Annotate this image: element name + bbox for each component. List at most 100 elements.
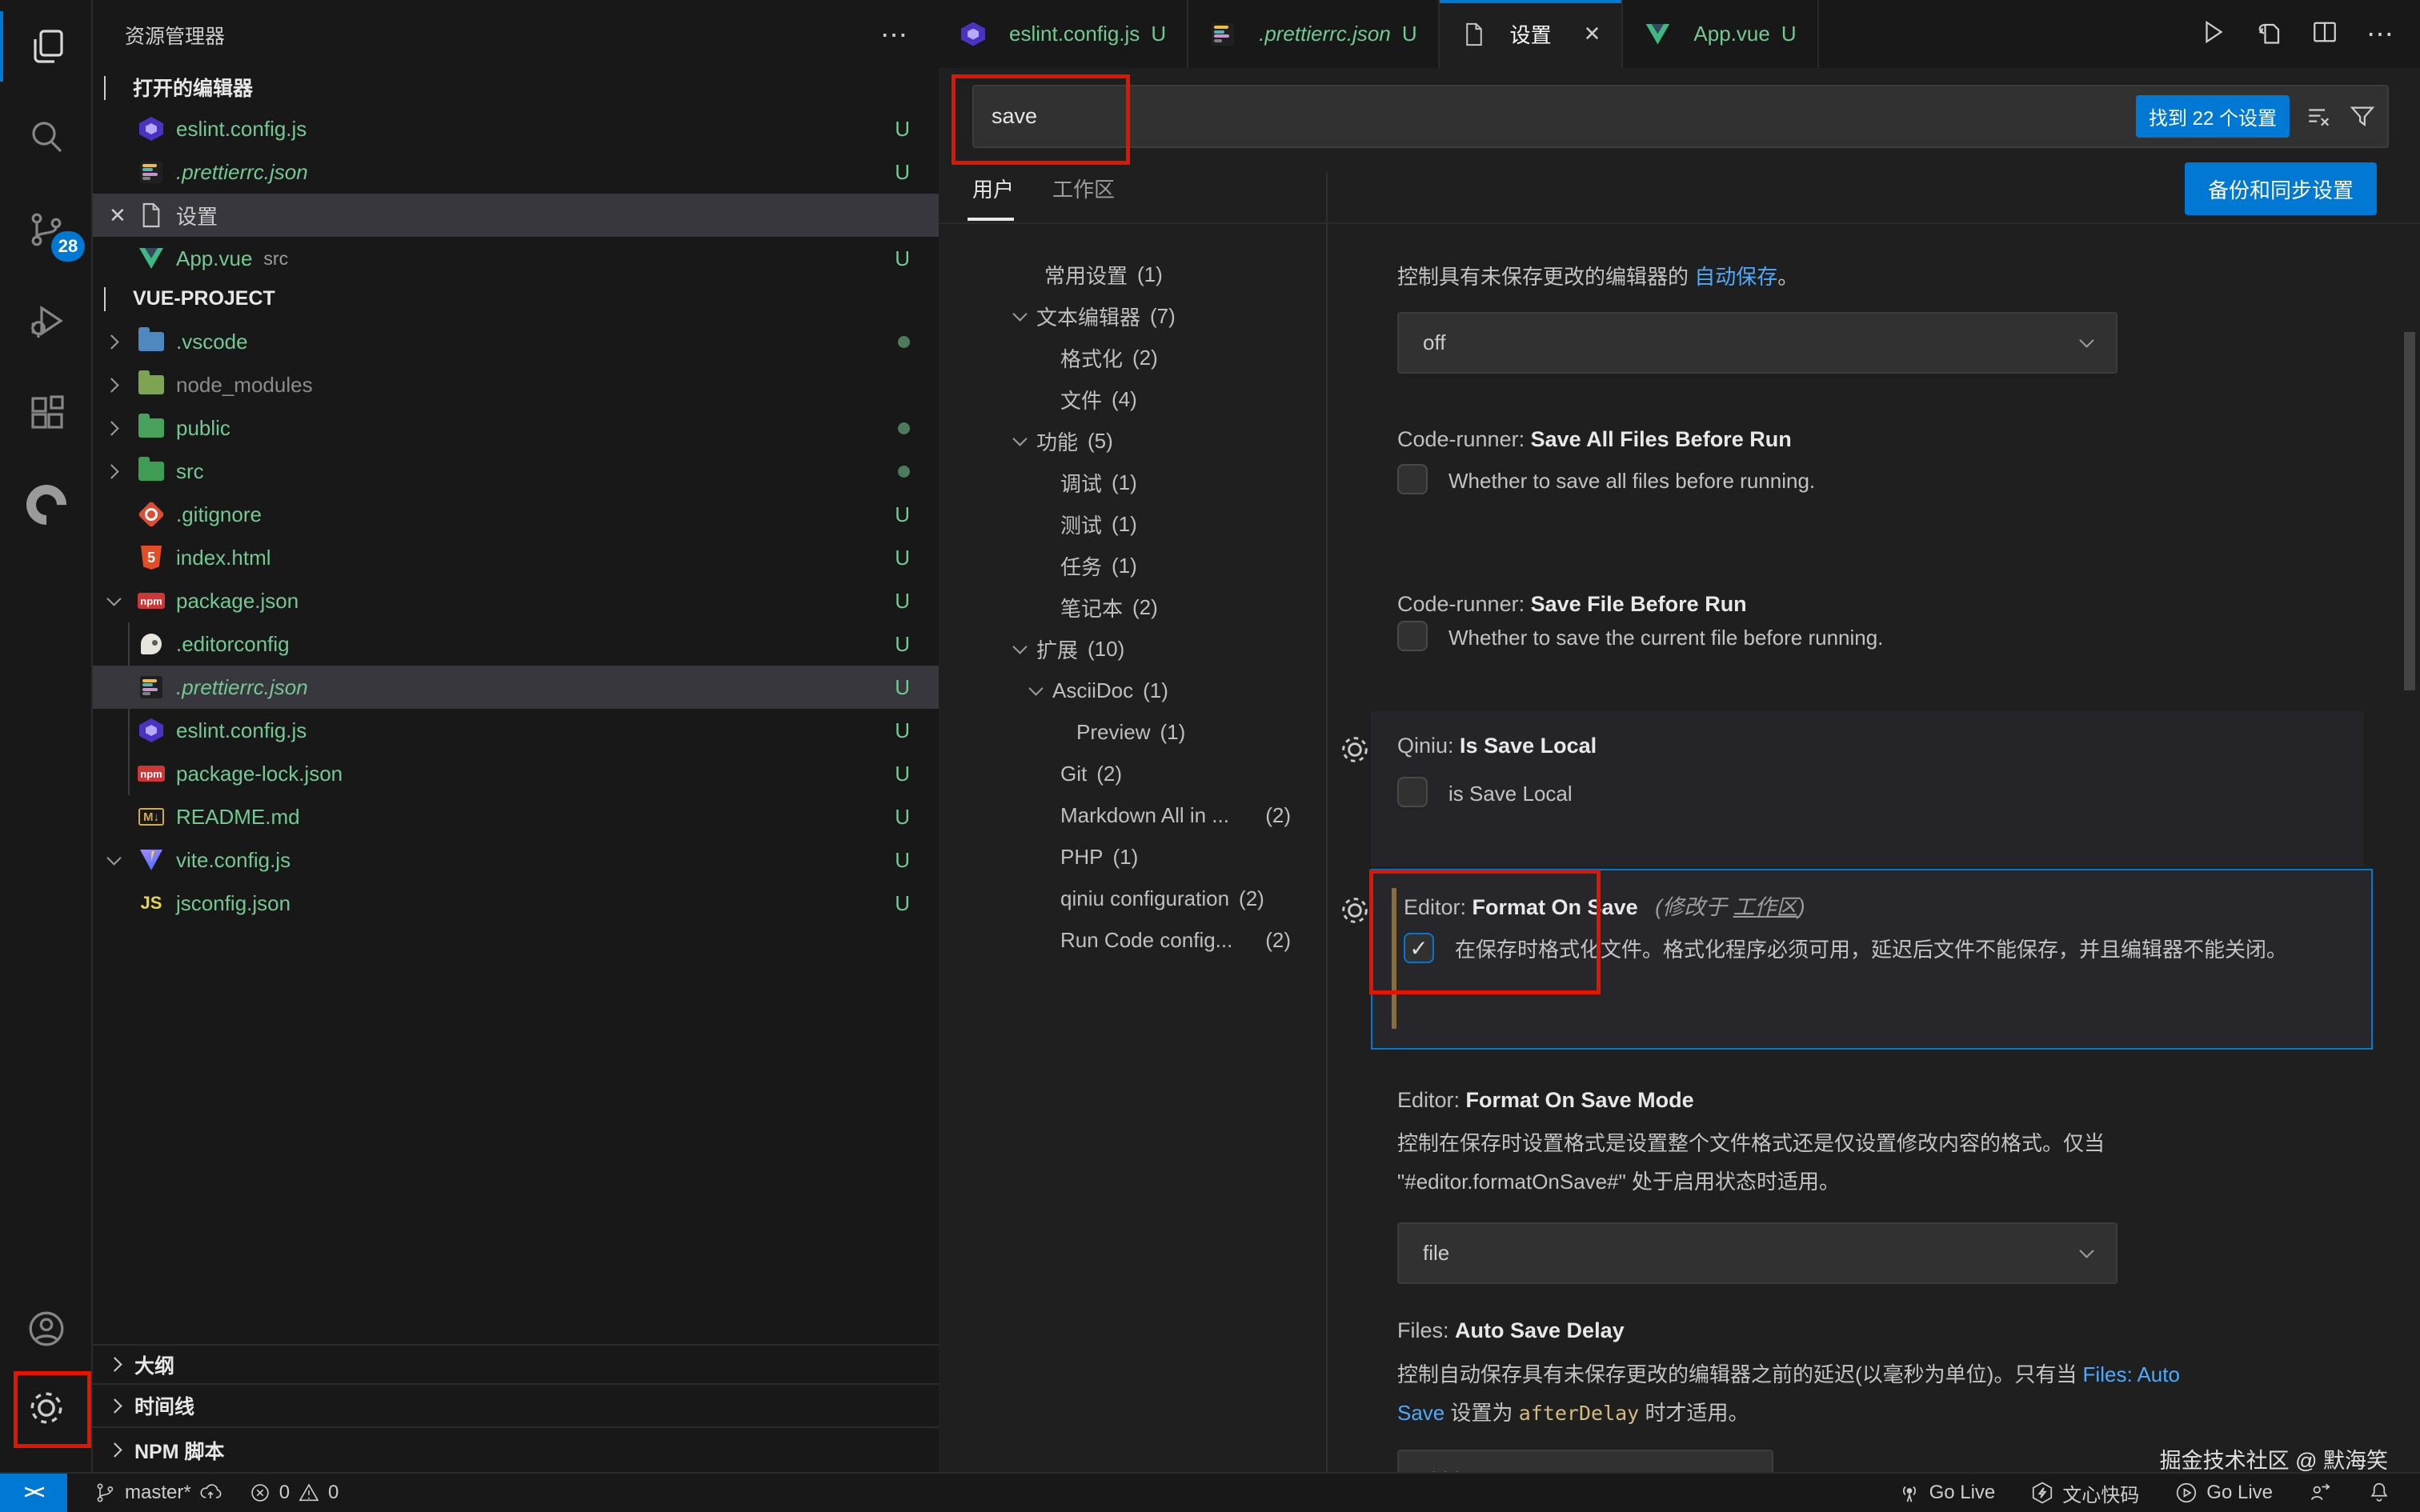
notifications-bell-icon[interactable] [2367, 1481, 2391, 1505]
tree-item-index-html[interactable]: 5 index.html U [93, 536, 939, 579]
annotation-rect-gear [14, 1371, 91, 1448]
tab-app-vue[interactable]: App.vue U [1623, 0, 1818, 68]
go-live-broadcast-item[interactable]: Go Live [1897, 1481, 1996, 1505]
wenxin-kuaima-item[interactable]: 文心快码 [2030, 1479, 2139, 1507]
clear-search-icon[interactable] [2306, 103, 2333, 130]
setting-gear-icon[interactable] [1337, 893, 1372, 928]
toc-item[interactable]: Git(2) [939, 753, 1326, 794]
setting-gear-icon[interactable] [1337, 732, 1372, 767]
tree-item-package-lock[interactable]: npm package-lock.json U [93, 752, 939, 795]
checkbox-unchecked[interactable] [1397, 464, 1428, 494]
source-control-icon[interactable]: 28 [0, 191, 93, 268]
toc-item[interactable]: 常用设置(1) [939, 254, 1326, 295]
files-autosave-link[interactable]: Save [1397, 1401, 1444, 1425]
toc-item[interactable]: 格式化(2) [939, 337, 1326, 378]
open-editor-item[interactable]: .prettierrc.json U [93, 150, 939, 194]
tree-item-vscode[interactable]: .vscode [93, 320, 939, 363]
scrollbar[interactable] [2404, 332, 2415, 690]
format-on-save-mode-dropdown[interactable]: file [1397, 1222, 2118, 1284]
open-editor-item[interactable]: eslint.config.js U [93, 107, 939, 150]
folder-vscode-icon [138, 328, 165, 355]
vue-icon [1644, 21, 1671, 48]
tree-item-gitignore[interactable]: .gitignore U [93, 493, 939, 536]
remote-indicator[interactable]: >< [0, 1474, 67, 1512]
problems-item[interactable]: 0 0 [249, 1482, 339, 1504]
git-icon [138, 501, 165, 528]
filter-icon[interactable] [2349, 103, 2376, 130]
tab-scope-workspace[interactable]: 工作区 [1052, 174, 1115, 221]
open-editors-header[interactable]: 打开的编辑器 [93, 66, 939, 108]
tab-settings[interactable]: 设置 ✕ [1440, 0, 1624, 68]
toc-item[interactable]: Preview(1) [939, 711, 1326, 753]
tree-item-readme[interactable]: M↓ README.md U [93, 795, 939, 838]
tree-item-src[interactable]: src [93, 450, 939, 493]
toc-item[interactable]: qiniu configuration(2) [939, 878, 1326, 919]
toc-item[interactable]: AsciiDoc(1) [939, 670, 1326, 711]
run-debug-icon[interactable] [0, 282, 93, 359]
sync-cloud-icon[interactable] [199, 1482, 222, 1504]
toc-item[interactable]: PHP(1) [939, 836, 1326, 878]
panel-npm-scripts[interactable]: NPM 脚本 [93, 1426, 939, 1472]
broadcast-icon [1897, 1481, 1921, 1505]
toc-item[interactable]: Markdown All in ...(2) [939, 794, 1326, 836]
close-icon[interactable]: ✕ [109, 203, 126, 228]
panel-outline[interactable]: 大纲 [93, 1344, 939, 1383]
auto-save-delay-input[interactable]: 1000 [1397, 1450, 1773, 1472]
settings-page: save 找到 22 个设置 用户 工作区 备份和同步设置 常用设置(1) 文本… [939, 68, 2420, 1472]
tree-item-node-modules[interactable]: node_modules [93, 363, 939, 406]
panel-timeline[interactable]: 时间线 [93, 1383, 939, 1426]
settings-search-input[interactable]: save 找到 22 个设置 [972, 85, 2389, 148]
tree-item-eslint-config[interactable]: eslint.config.js U [93, 709, 939, 752]
git-modified-dot [898, 422, 910, 434]
toc-item[interactable]: 任务(1) [939, 545, 1326, 586]
extension-c-logo-icon[interactable] [0, 466, 93, 543]
sidebar-more-actions-icon[interactable]: ⋯ [880, 19, 910, 51]
toc-item[interactable]: 扩展(10) [939, 628, 1326, 670]
toc-item[interactable]: 文件(4) [939, 378, 1326, 420]
open-editor-item[interactable]: App.vue src U [93, 237, 939, 280]
tree-item-editorconfig[interactable]: .editorconfig U [93, 622, 939, 666]
tree-item-vite-config[interactable]: vite.config.js U [93, 838, 939, 882]
project-root-header[interactable]: VUE-PROJECT [93, 278, 939, 319]
toc-item[interactable]: Run Code config...(2) [939, 919, 1326, 961]
setting-checkbox-row: is Save Local [1397, 777, 1573, 812]
toc-item[interactable]: 测试(1) [939, 503, 1326, 545]
checkbox-unchecked[interactable] [1397, 621, 1428, 651]
setting-autosave-description: 控制具有未保存更改的编辑器的 自动保存。 [1397, 258, 1798, 296]
checkbox-unchecked[interactable] [1397, 777, 1428, 807]
tab-scope-user[interactable]: 用户 [972, 174, 1014, 221]
autosave-dropdown[interactable]: off [1397, 312, 2118, 374]
git-branch-item[interactable]: master* [94, 1482, 222, 1504]
tree-item-package-json[interactable]: npm package.json U [93, 579, 939, 622]
toc-item[interactable]: 功能(5) [939, 420, 1326, 462]
feedback-icon[interactable] [2308, 1481, 2332, 1505]
tab-prettierrc[interactable]: .prettierrc.json U [1188, 0, 1440, 68]
autosave-link[interactable]: 自动保存 [1694, 265, 1777, 289]
more-actions-icon[interactable]: ⋯ [2366, 18, 2396, 50]
toc-item[interactable]: 文本编辑器(7) [939, 295, 1326, 337]
extensions-icon[interactable] [0, 375, 93, 452]
tab-eslint-config[interactable]: eslint.config.js U [939, 0, 1188, 68]
toc-item[interactable]: 调试(1) [939, 462, 1326, 503]
run-code-icon[interactable] [2198, 18, 2227, 50]
split-editor-icon[interactable] [2310, 18, 2339, 50]
setting-row-qiniu[interactable]: Qiniu: Is Save Local is Save Local [1371, 711, 2364, 866]
toc-item[interactable]: 笔记本(2) [939, 586, 1326, 628]
open-changes-icon[interactable] [2254, 18, 2283, 50]
open-editor-item-active[interactable]: ✕ 设置 [93, 194, 939, 237]
html-icon: 5 [138, 544, 165, 571]
search-icon[interactable] [0, 98, 93, 174]
close-icon[interactable]: ✕ [1584, 22, 1601, 46]
backup-sync-settings-button[interactable]: 备份和同步设置 [2185, 162, 2377, 215]
tree-item-public[interactable]: public [93, 406, 939, 450]
modified-in-workspace-link[interactable]: 工作区 [1733, 895, 1798, 919]
tree-item-jsconfig[interactable]: JS jsconfig.json U [93, 882, 939, 925]
markdown-icon: M↓ [138, 803, 165, 830]
files-autosave-link[interactable]: Files: Auto [2083, 1362, 2180, 1386]
tab-bar: eslint.config.js U .prettierrc.json U 设置… [939, 0, 2420, 68]
eslint-icon [138, 115, 165, 142]
account-icon[interactable] [0, 1290, 93, 1367]
go-live-item[interactable]: Go Live [2174, 1481, 2273, 1505]
tree-item-prettierrc[interactable]: .prettierrc.json U [93, 666, 939, 709]
explorer-icon[interactable] [0, 8, 93, 85]
